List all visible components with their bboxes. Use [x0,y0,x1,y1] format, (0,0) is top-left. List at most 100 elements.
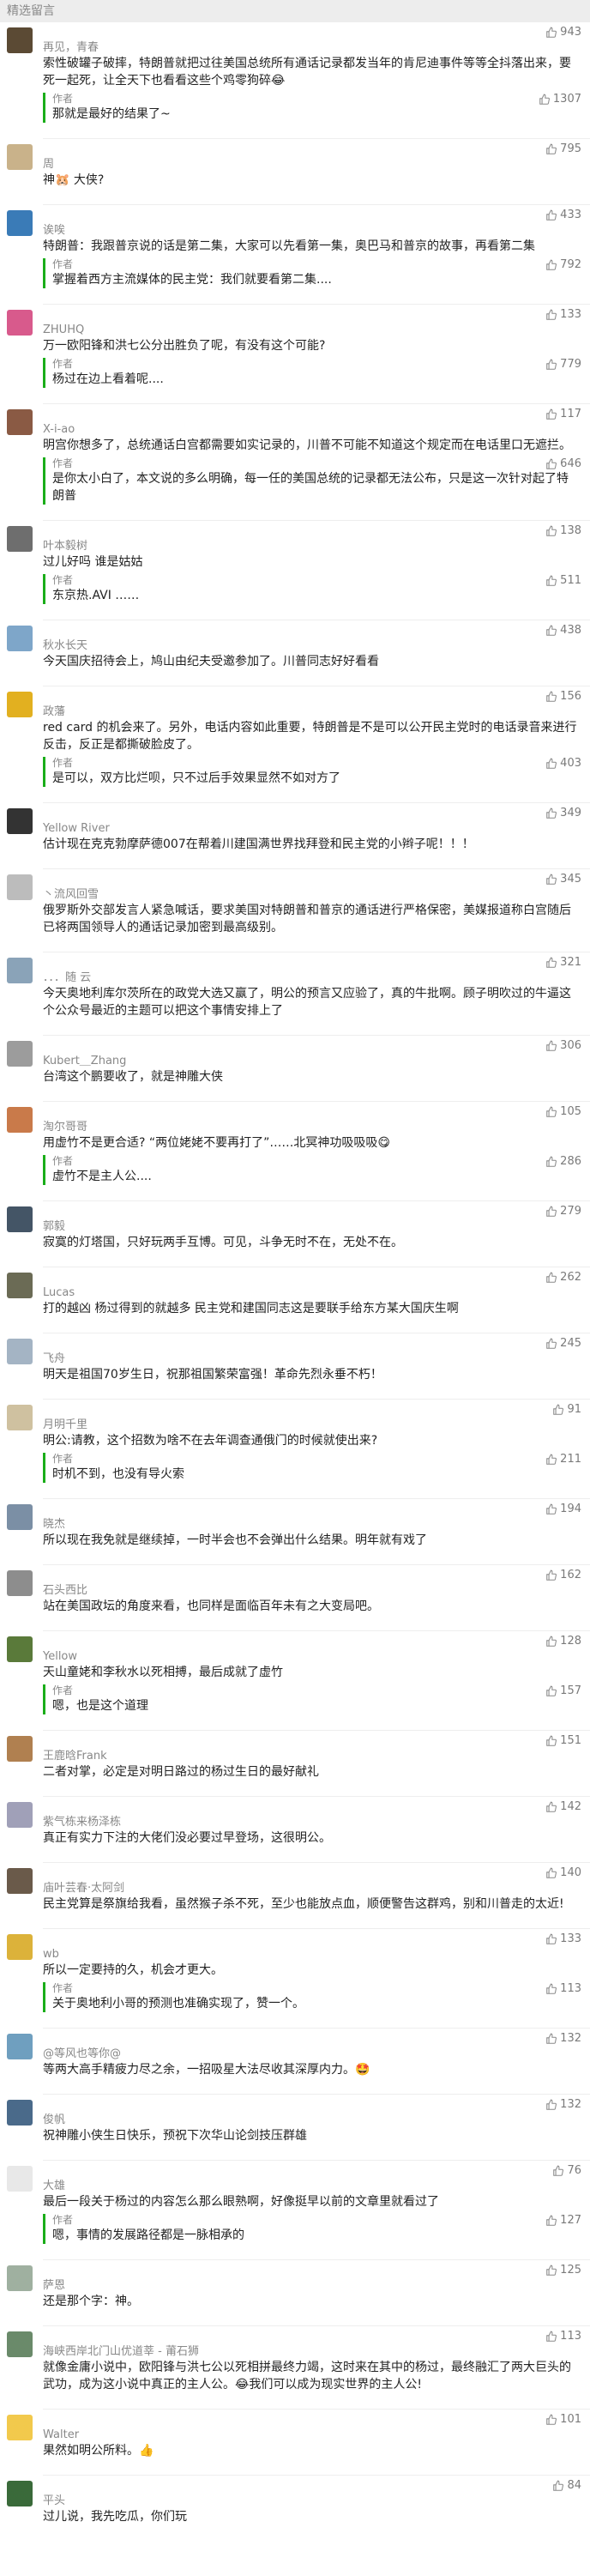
like-button[interactable]: 194 [545,1503,581,1515]
commenter-name[interactable]: 周 [43,154,578,172]
like-button[interactable]: 101 [545,2413,581,2426]
commenter-name[interactable]: 石头西比 [43,1581,578,1598]
avatar[interactable] [7,1636,33,1662]
avatar[interactable] [7,1934,33,1960]
reply-like-button[interactable]: 779 [545,358,581,371]
avatar[interactable] [7,144,33,170]
avatar[interactable] [7,2481,33,2506]
commenter-name[interactable]: 诶唉 [43,221,578,238]
avatar[interactable] [7,808,33,834]
reply-like-button[interactable]: 286 [545,1155,581,1168]
avatar[interactable] [7,626,33,651]
avatar[interactable] [7,874,33,900]
commenter-name[interactable]: Yellow River [43,819,578,836]
avatar[interactable] [7,210,33,236]
commenter-name[interactable]: ZHUHQ [43,320,578,337]
like-button[interactable]: 306 [545,1039,581,1052]
like-button[interactable]: 84 [552,2479,581,2492]
avatar[interactable] [7,1736,33,1762]
reply-like-button[interactable]: 403 [545,757,581,770]
commenter-name[interactable]: 再见，青春 [43,38,578,55]
commenter-name[interactable]: 郭毅 [43,1217,578,1234]
like-button[interactable]: 117 [545,408,581,420]
commenter-name[interactable]: 淘尔哥哥 [43,1117,578,1134]
like-button[interactable]: 151 [545,1734,581,1747]
like-button[interactable]: 76 [552,2164,581,2177]
commenter-name[interactable]: 飞舟 [43,1349,578,1366]
commenter-name[interactable]: 紫气栋来杨泽栋 [43,1812,578,1829]
like-button[interactable]: 162 [545,1569,581,1581]
like-button[interactable]: 133 [545,1932,581,1945]
reply-like-button[interactable]: 646 [545,457,581,470]
commenter-name[interactable]: 大雄 [43,2176,578,2193]
like-button[interactable]: 142 [545,1800,581,1813]
commenter-name[interactable]: 萨恩 [43,2276,578,2293]
commenter-name[interactable]: Yellow [43,1647,578,1664]
commenter-name[interactable]: 政藩 [43,702,578,719]
avatar[interactable] [7,1041,33,1067]
like-button[interactable]: 132 [545,2032,581,2045]
commenter-name[interactable]: 秋水长天 [43,636,578,653]
commenter-name[interactable]: 平头 [43,2491,578,2508]
like-button[interactable]: 132 [545,2098,581,2111]
like-button[interactable]: 156 [545,690,581,703]
like-button[interactable]: 349 [545,807,581,819]
avatar[interactable] [7,2100,33,2126]
avatar[interactable] [7,2166,33,2192]
reply-like-button[interactable]: 1307 [539,93,581,106]
avatar[interactable] [7,409,33,435]
commenter-name[interactable]: Lucas [43,1283,578,1300]
commenter-name[interactable]: 月明千里 [43,1415,578,1432]
commenter-name[interactable]: 王鹿晗Frank [43,1746,578,1763]
like-button[interactable]: 795 [545,142,581,155]
avatar[interactable] [7,1273,33,1298]
avatar[interactable] [7,526,33,552]
like-button[interactable]: 113 [545,2330,581,2343]
avatar[interactable] [7,1405,33,1430]
commenter-name[interactable]: Kubert＿Zhang [43,1051,578,1068]
like-button[interactable]: 345 [545,873,581,886]
avatar[interactable] [7,1206,33,1232]
like-button[interactable]: 321 [545,956,581,969]
commenter-name[interactable]: 海峡西岸北门山优道莘 - 莆石狮 [43,2342,578,2359]
commenter-name[interactable]: ．．．随 云 [43,968,578,985]
avatar[interactable] [7,1107,33,1133]
avatar[interactable] [7,1570,33,1596]
like-button[interactable]: 125 [545,2264,581,2277]
avatar[interactable] [7,958,33,983]
like-button[interactable]: 943 [545,26,581,39]
commenter-name[interactable]: Walter [43,2425,578,2442]
like-button[interactable]: 105 [545,1105,581,1118]
avatar[interactable] [7,27,33,53]
reply-like-button[interactable]: 157 [545,1684,581,1697]
like-button[interactable]: 279 [545,1205,581,1218]
commenter-name[interactable]: 叶本毅树 [43,536,578,553]
avatar[interactable] [7,1868,33,1894]
avatar[interactable] [7,2331,33,2357]
commenter-name[interactable]: @等风也等你@ [43,2044,578,2061]
like-button[interactable]: 91 [552,1403,581,1416]
like-button[interactable]: 140 [545,1866,581,1879]
reply-like-button[interactable]: 127 [545,2214,581,2227]
like-button[interactable]: 133 [545,308,581,321]
avatar[interactable] [7,1504,33,1530]
like-button[interactable]: 138 [545,524,581,537]
like-button[interactable]: 245 [545,1337,581,1350]
avatar[interactable] [7,310,33,336]
commenter-name[interactable]: 俊帆 [43,2110,578,2127]
commenter-name[interactable]: 丶流风回雪 [43,885,578,902]
avatar[interactable] [7,1339,33,1364]
like-button[interactable]: 433 [545,209,581,221]
avatar[interactable] [7,2034,33,2059]
like-button[interactable]: 128 [545,1635,581,1648]
avatar[interactable] [7,1802,33,1828]
reply-like-button[interactable]: 792 [545,258,581,271]
commenter-name[interactable]: 晓杰 [43,1515,578,1532]
like-button[interactable]: 438 [545,624,581,637]
avatar[interactable] [7,692,33,717]
avatar[interactable] [7,2265,33,2291]
commenter-name[interactable]: 庙叶芸春·太阿剑 [43,1878,578,1896]
like-button[interactable]: 262 [545,1271,581,1284]
commenter-name[interactable]: X-i-ao [43,420,578,437]
reply-like-button[interactable]: 211 [545,1453,581,1466]
